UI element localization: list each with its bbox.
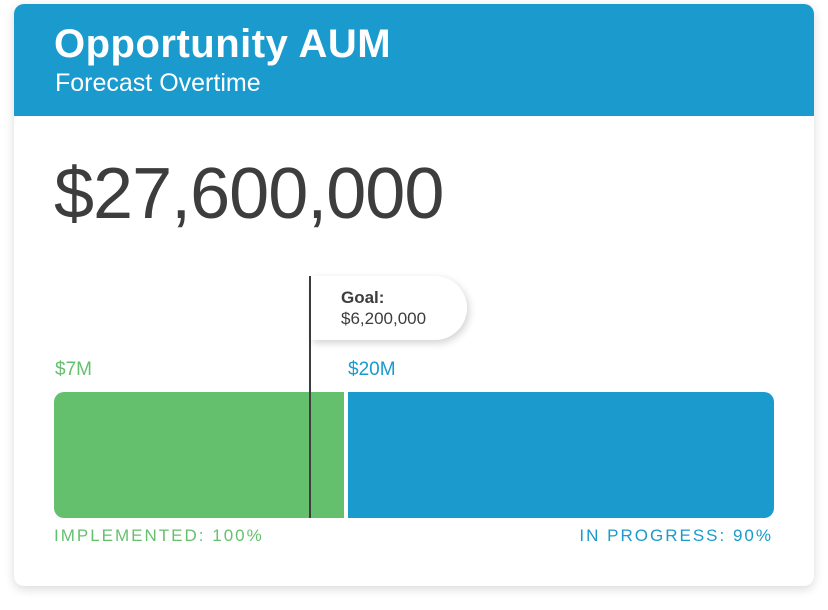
implemented-bar-segment[interactable] bbox=[54, 392, 344, 518]
in-progress-legend: IN PROGRESS: 90% bbox=[579, 525, 773, 547]
goal-value: $6,200,000 bbox=[341, 309, 427, 328]
in-progress-bar-segment[interactable] bbox=[348, 392, 774, 518]
implemented-status-label: IMPLEMENTED: bbox=[54, 526, 206, 545]
implemented-legend: IMPLEMENTED: 100% bbox=[54, 525, 264, 547]
card-title: Opportunity AUM bbox=[54, 22, 392, 66]
goal-tooltip: Goal: $6,200,000 bbox=[311, 276, 467, 340]
in-progress-amount-label: $20M bbox=[348, 359, 396, 380]
opportunity-aum-card: Opportunity AUM Forecast Overtime $27,60… bbox=[14, 4, 814, 586]
implemented-status-percent: 100% bbox=[212, 526, 264, 545]
card-header: Opportunity AUM Forecast Overtime bbox=[14, 4, 814, 116]
card-subtitle: Forecast Overtime bbox=[55, 69, 261, 97]
in-progress-status-label: IN PROGRESS: bbox=[579, 526, 727, 545]
total-aum-value: $27,600,000 bbox=[54, 154, 444, 234]
goal-label: Goal: bbox=[341, 288, 385, 307]
implemented-amount-label: $7M bbox=[55, 359, 92, 380]
in-progress-status-percent: 90% bbox=[732, 526, 773, 545]
